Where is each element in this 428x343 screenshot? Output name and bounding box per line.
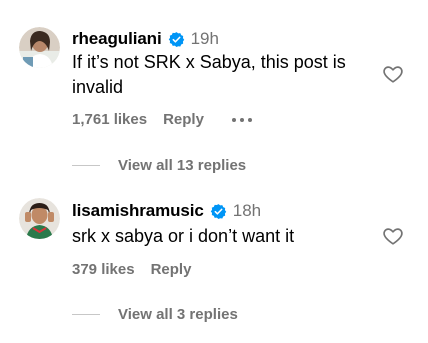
comment-actions: 1,761 likes Reply (72, 111, 252, 128)
view-replies-label: View all 3 replies (118, 306, 238, 323)
verified-badge-icon (210, 203, 227, 220)
comment-text-line: srk x sabya or i don’t want it (72, 226, 295, 246)
comment-actions: 379 likes Reply (72, 261, 219, 278)
likes-count[interactable]: 379 likes (72, 261, 135, 278)
avatar[interactable] (19, 27, 60, 68)
heart-outline-icon[interactable] (382, 63, 404, 85)
avatar[interactable] (19, 198, 60, 239)
reply-button[interactable]: Reply (163, 111, 204, 128)
comment-text-line: invalid (72, 77, 124, 97)
divider-line (72, 314, 100, 315)
username-link[interactable]: lisamishramusic (72, 201, 204, 221)
username-link[interactable]: rheaguliani (72, 29, 162, 49)
comment-header: rheaguliani 19h (72, 27, 219, 51)
verified-badge-icon (168, 31, 185, 48)
more-options-icon[interactable] (231, 117, 252, 122)
view-replies-button[interactable]: View all 13 replies (72, 157, 246, 174)
comment-text: If it’s not SRK x Sabya, this post is in… (72, 50, 372, 100)
comment-text: srk x sabya or i don’t want it (72, 224, 372, 249)
reply-button[interactable]: Reply (151, 261, 192, 278)
comment-header: lisamishramusic 18h (72, 199, 261, 223)
comment-text-line: If it’s not SRK x Sabya, this post is (72, 52, 346, 72)
heart-outline-icon[interactable] (382, 225, 404, 247)
likes-count[interactable]: 1,761 likes (72, 111, 147, 128)
view-replies-label: View all 13 replies (118, 157, 247, 174)
comment-timestamp: 19h (190, 29, 219, 48)
divider-line (72, 165, 100, 166)
view-replies-button[interactable]: View all 3 replies (72, 306, 238, 323)
comment-timestamp: 18h (232, 201, 262, 220)
